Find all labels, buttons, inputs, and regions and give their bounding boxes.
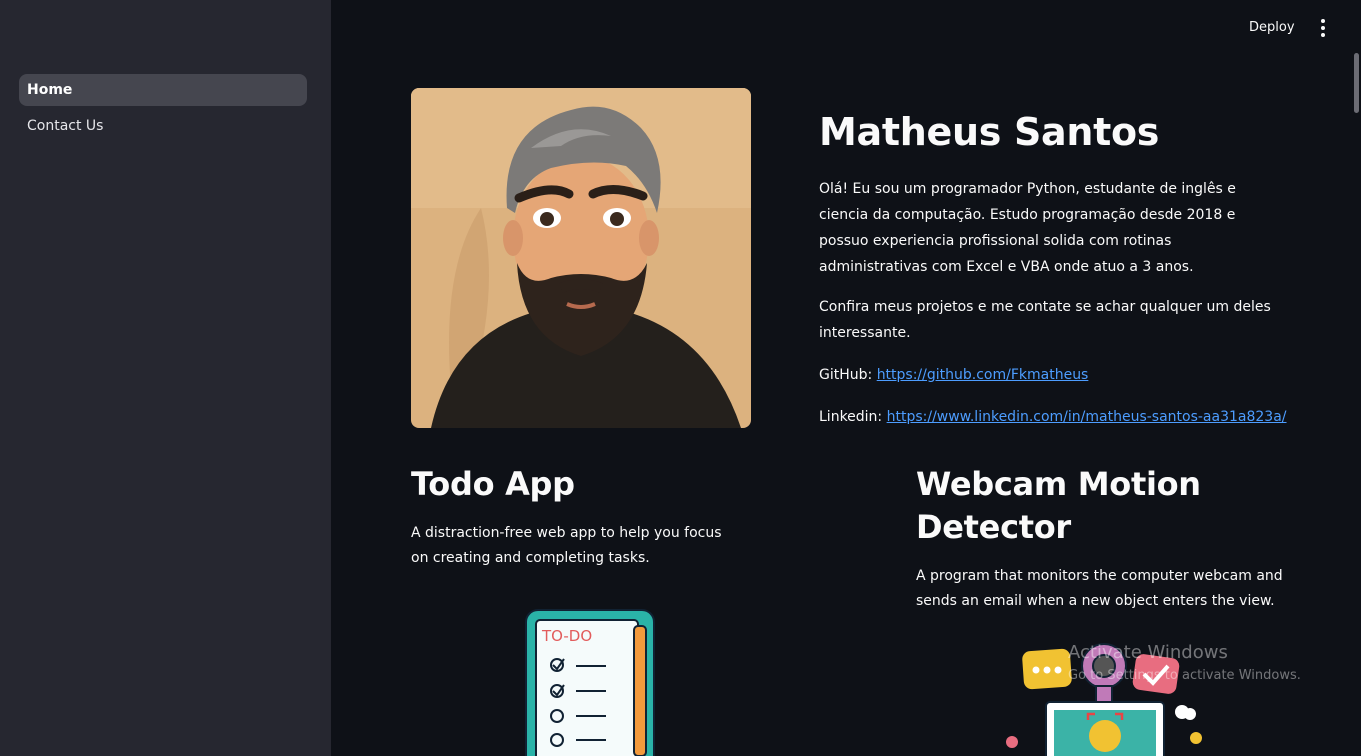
vertical-ellipsis-icon[interactable] bbox=[1313, 16, 1333, 40]
scrollbar[interactable] bbox=[1352, 50, 1361, 756]
linkedin-link[interactable]: https://www.linkedin.com/in/matheus-sant… bbox=[887, 409, 1287, 425]
sidebar-item-label: Contact Us bbox=[27, 118, 104, 134]
github-line: GitHub: https://github.com/Fkmatheus bbox=[819, 365, 1088, 385]
todo-illustration-label: TO-DO bbox=[541, 627, 592, 645]
profile-cta: Confira meus projetos e me contate se ac… bbox=[819, 299, 1271, 341]
profile-avatar bbox=[411, 88, 751, 428]
sidebar-item-contact-us[interactable]: Contact Us bbox=[19, 110, 307, 142]
scrollbar-thumb[interactable] bbox=[1354, 53, 1359, 113]
sidebar: Home Contact Us bbox=[0, 0, 331, 756]
watermark-subtitle: Go to Settings to activate Windows. bbox=[1068, 668, 1301, 683]
project-title-webcam: Webcam Motion Detector bbox=[916, 463, 1201, 549]
project-description-webcam: A program that monitors the computer web… bbox=[916, 568, 1283, 609]
sidebar-item-home[interactable]: Home bbox=[19, 74, 307, 106]
sidebar-item-label: Home bbox=[27, 82, 73, 98]
profile-name: Matheus Santos bbox=[819, 110, 1160, 154]
project-title-webcam-line1: Webcam Motion bbox=[916, 465, 1201, 503]
profile-bio: Olá! Eu sou um programador Python, estud… bbox=[819, 181, 1236, 275]
linkedin-line: Linkedin: https://www.linkedin.com/in/ma… bbox=[819, 407, 1287, 427]
watermark-title: Activate Windows bbox=[1068, 642, 1228, 663]
linkedin-label: Linkedin: bbox=[819, 409, 883, 425]
project-title-todo: Todo App bbox=[411, 465, 575, 503]
project-title-webcam-line2: Detector bbox=[916, 508, 1071, 546]
project-description-todo: A distraction-free web app to help you f… bbox=[411, 525, 722, 566]
github-link[interactable]: https://github.com/Fkmatheus bbox=[877, 367, 1089, 383]
deploy-button[interactable]: Deploy bbox=[1245, 16, 1299, 40]
todo-illustration: TO-DO bbox=[525, 609, 655, 756]
github-label: GitHub: bbox=[819, 367, 873, 383]
